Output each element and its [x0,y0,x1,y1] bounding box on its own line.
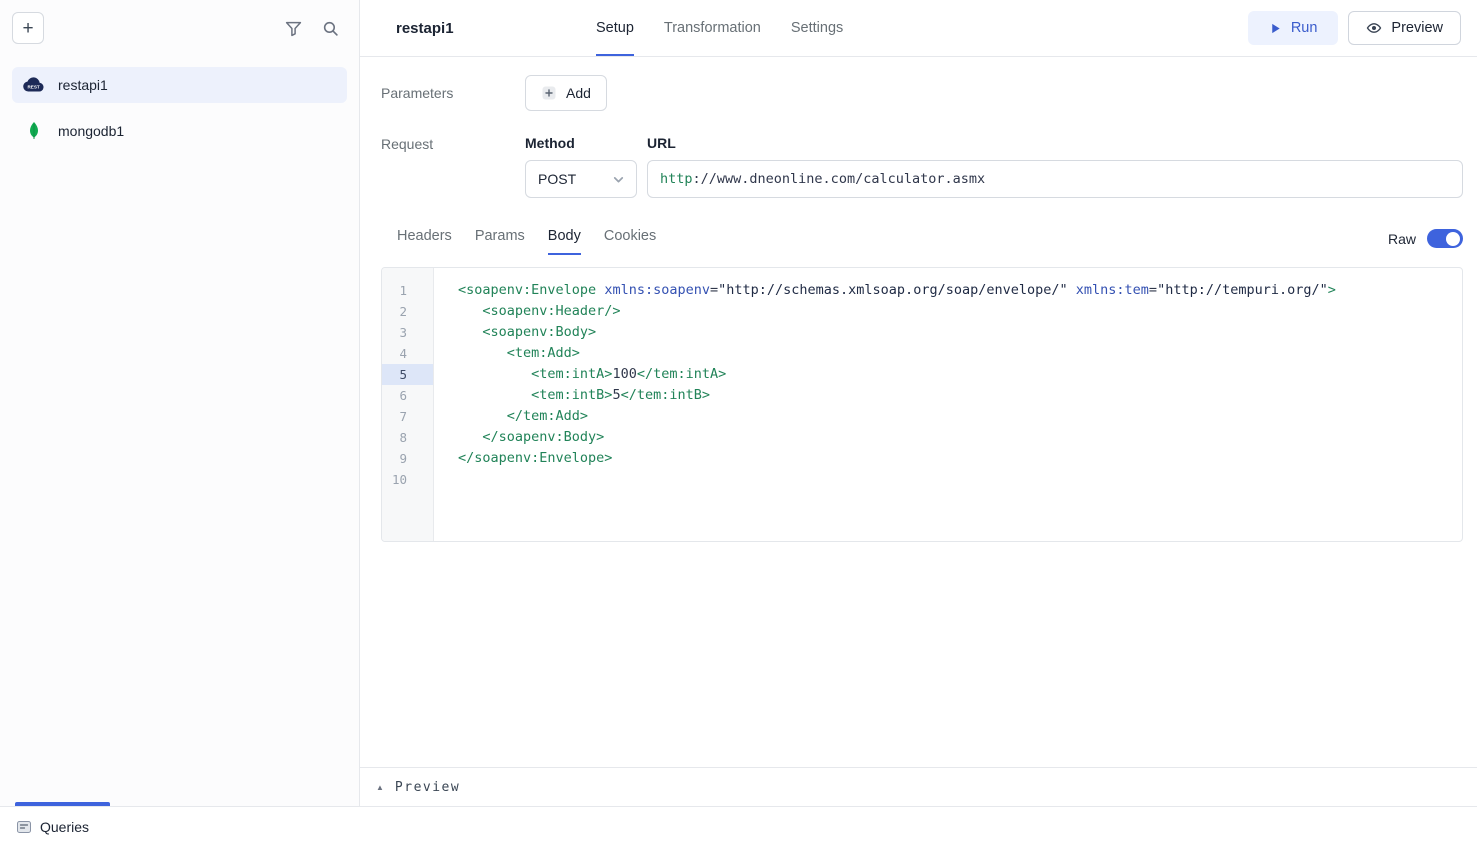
queries-tab-indicator [15,802,110,806]
code-line: <soapenv:Envelope xmlns:soapenv="http://… [458,280,1462,301]
raw-label: Raw [1388,231,1416,247]
line-number: 3 [382,322,433,343]
line-number: 10 [382,469,433,490]
filter-icon[interactable] [285,20,302,37]
query-header: restapi1 Setup Transformation Settings Run… [360,0,1477,57]
preview-panel-label: Preview [395,780,460,795]
line-number: 9 [382,448,433,469]
method-label: Method [525,135,637,151]
sidebar-item-label: restapi1 [58,77,108,93]
add-query-button[interactable]: + [12,12,44,44]
eye-icon [1366,20,1382,36]
method-select[interactable]: POST [525,160,637,198]
request-subtabs-row: Headers Params Body Cookies Raw [381,228,1463,255]
line-number: 1 [382,280,433,301]
code-line: <tem:Add> [458,343,1462,364]
parameters-label: Parameters [381,85,525,101]
url-label: URL [647,135,1463,151]
add-parameter-button[interactable]: Add [525,75,607,111]
toggle-knob [1446,232,1460,246]
raw-toggle-group: Raw [1388,229,1463,254]
tab-settings[interactable]: Settings [791,0,843,56]
play-icon [1269,22,1282,35]
add-parameter-label: Add [566,85,591,101]
queries-tab-label: Queries [40,819,89,835]
preview-panel-toggle[interactable]: ▲ Preview [360,767,1477,806]
sidebar-toolbar: + [0,0,359,56]
plus-square-icon [541,85,557,101]
subtab-body[interactable]: Body [548,228,581,255]
url-scheme: http [660,171,693,187]
request-row: Request Method POST URL http://www.dneon… [381,135,1463,198]
code-line [458,469,1462,490]
line-number: 7 [382,406,433,427]
sidebar-item-label: mongodb1 [58,123,124,139]
setup-content: Parameters Add Request Method POST [360,57,1477,767]
code-line: </tem:Add> [458,406,1462,427]
chevron-up-icon: ▲ [376,783,384,792]
url-column: URL http://www.dneonline.com/calculator.… [647,135,1463,198]
run-button-label: Run [1291,20,1318,36]
tab-transformation[interactable]: Transformation [664,0,761,56]
main-row: + REST restapi1 mongodb1 restapi1 Setup Tra… [0,0,1477,806]
app: + REST restapi1 mongodb1 restapi1 Setup Tra… [0,0,1477,847]
bottom-bar: Queries [0,806,1477,847]
chevron-down-icon [611,172,626,187]
line-number: 5 [382,364,433,385]
preview-button[interactable]: Preview [1348,11,1461,45]
code-line: <soapenv:Header/> [458,301,1462,322]
request-label: Request [381,135,525,152]
subtab-params[interactable]: Params [475,228,525,255]
queries-icon [16,819,32,835]
line-number: 8 [382,427,433,448]
sidebar-item-restapi1[interactable]: REST restapi1 [12,67,347,103]
code-line: <tem:intA>100</tem:intA> [458,364,1462,385]
code-line: </soapenv:Body> [458,427,1462,448]
code-line: <soapenv:Body> [458,322,1462,343]
editor-code-area: <soapenv:Envelope xmlns:soapenv="http://… [434,268,1462,541]
run-button[interactable]: Run [1248,11,1339,45]
tab-setup[interactable]: Setup [596,0,634,56]
url-input[interactable]: http://www.dneonline.com/calculator.asmx [647,160,1463,198]
queries-tab[interactable]: Queries [16,819,89,835]
svg-text:REST: REST [27,84,39,89]
sidebar: + REST restapi1 mongodb1 [0,0,360,806]
url-rest: ://www.dneonline.com/calculator.asmx [693,171,986,187]
subtab-headers[interactable]: Headers [397,228,452,255]
raw-toggle[interactable] [1427,229,1463,248]
main-panel: restapi1 Setup Transformation Settings Run… [360,0,1477,806]
line-number: 6 [382,385,433,406]
code-line: </soapenv:Envelope> [458,448,1462,469]
editor-gutter: 12345678910 [382,268,434,541]
line-number: 4 [382,343,433,364]
body-code-editor[interactable]: 12345678910 <soapenv:Envelope xmlns:soap… [381,267,1463,542]
mongodb-icon [22,121,46,141]
code-line: <tem:intB>5</tem:intB> [458,385,1462,406]
page-title: restapi1 [396,0,596,56]
line-number: 2 [382,301,433,322]
subtab-cookies[interactable]: Cookies [604,228,656,255]
search-icon[interactable] [322,20,339,37]
request-subtabs: Headers Params Body Cookies [397,228,679,255]
restapi-icon: REST [22,76,46,94]
query-list: REST restapi1 mongodb1 [0,56,359,806]
method-column: Method POST [525,135,637,198]
method-value: POST [538,171,576,187]
parameters-row: Parameters Add [381,75,1463,111]
header-tabs: Setup Transformation Settings [596,0,843,56]
sidebar-item-mongodb1[interactable]: mongodb1 [12,113,347,149]
preview-button-label: Preview [1391,20,1443,36]
header-actions: Run Preview [1248,0,1461,56]
